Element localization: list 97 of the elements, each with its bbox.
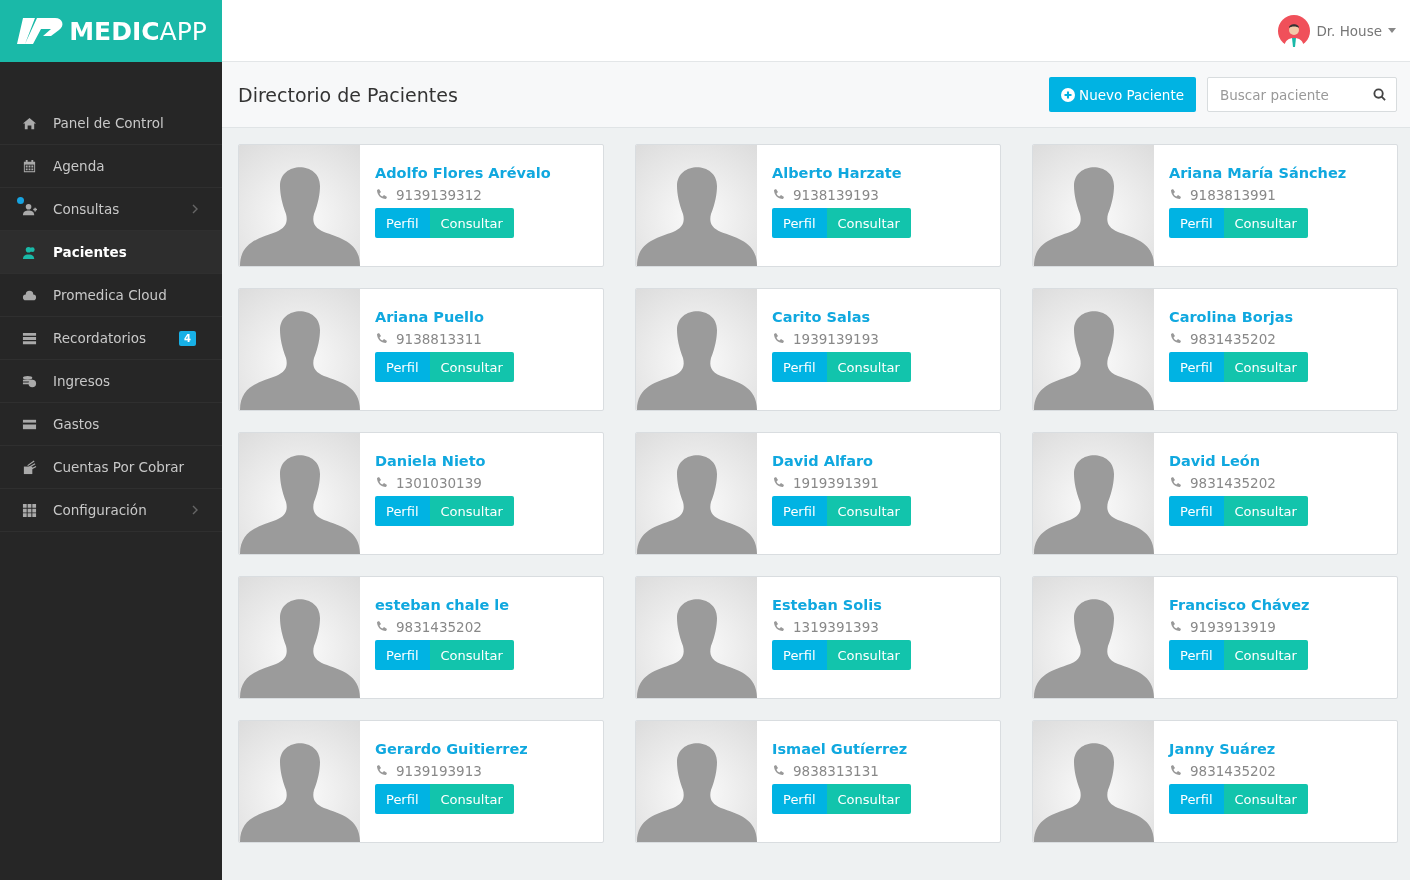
consult-button[interactable]: Consultar (429, 784, 514, 814)
consult-button[interactable]: Consultar (826, 784, 911, 814)
coins-icon (22, 373, 37, 389)
sidebar-item[interactable]: Recordatorios 4 (0, 317, 222, 360)
phone-number: 9831435202 (396, 619, 482, 635)
receipt-icon (22, 459, 37, 475)
phone-number: 1319391393 (793, 619, 879, 635)
consult-button[interactable]: Consultar (429, 496, 514, 526)
profile-button[interactable]: Perfil (375, 784, 430, 814)
phone-icon (375, 765, 387, 777)
users-icon (22, 244, 37, 260)
phone-icon (375, 477, 387, 489)
phone-number: 1939139193 (793, 331, 879, 347)
user-plus-icon (22, 201, 37, 217)
patient-name-link[interactable]: David León (1169, 453, 1308, 469)
patient-name-link[interactable]: Daniela Nieto (375, 453, 514, 469)
patient-name-link[interactable]: Ismael Gutíerrez (772, 741, 911, 757)
consult-button[interactable]: Consultar (429, 640, 514, 670)
phone-number: 9193913919 (1190, 619, 1276, 635)
search-field[interactable]: Buscar paciente (1207, 77, 1397, 112)
consult-button[interactable]: Consultar (1223, 208, 1308, 238)
consult-button[interactable]: Consultar (1223, 352, 1308, 382)
new-patient-button[interactable]: Nuevo Paciente (1049, 77, 1196, 112)
phone-icon (772, 477, 784, 489)
patient-name-link[interactable]: Adolfo Flores Arévalo (375, 165, 551, 181)
phone-number: 1919391391 (793, 475, 879, 491)
phone-icon (1169, 621, 1181, 633)
consult-button[interactable]: Consultar (1223, 784, 1308, 814)
consult-button[interactable]: Consultar (826, 352, 911, 382)
profile-button[interactable]: Perfil (375, 496, 430, 526)
profile-button[interactable]: Perfil (375, 352, 430, 382)
consult-button[interactable]: Consultar (1223, 640, 1308, 670)
consult-button[interactable]: Consultar (1223, 496, 1308, 526)
phone-icon (1169, 765, 1181, 777)
profile-button[interactable]: Perfil (772, 208, 827, 238)
phone-number: 9138139193 (793, 187, 879, 203)
list-icon (22, 330, 37, 346)
patient-name-link[interactable]: esteban chale le (375, 597, 514, 613)
phone-icon (375, 189, 387, 201)
user-menu[interactable]: Dr. House (1278, 14, 1396, 47)
profile-button[interactable]: Perfil (1169, 784, 1224, 814)
phone-icon (1169, 189, 1181, 201)
patient-name-link[interactable]: Gerardo Guitierrez (375, 741, 528, 757)
patient-name-link[interactable]: Esteban Solis (772, 597, 911, 613)
phone-number: 9831435202 (1190, 331, 1276, 347)
consult-button[interactable]: Consultar (429, 208, 514, 238)
count-badge: 4 (179, 330, 196, 346)
profile-button[interactable]: Perfil (1169, 352, 1224, 382)
phone-number: 1301030139 (396, 475, 482, 491)
house-icon (22, 115, 37, 131)
phone-icon (375, 333, 387, 345)
consult-button[interactable]: Consultar (826, 640, 911, 670)
user-name: Dr. House (1316, 22, 1382, 39)
phone-icon (1169, 333, 1181, 345)
patient-name-link[interactable]: David Alfaro (772, 453, 911, 469)
logo-text: MEDICAPP (69, 16, 207, 46)
phone-icon (772, 333, 784, 345)
patient-name-link[interactable]: Carito Salas (772, 309, 911, 325)
phone-icon (772, 189, 784, 201)
profile-button[interactable]: Perfil (1169, 208, 1224, 238)
patient-name-link[interactable]: Alberto Harzate (772, 165, 911, 181)
patient-name-link[interactable]: Carolina Borjas (1169, 309, 1308, 325)
caret-icon (1388, 28, 1396, 33)
phone-icon (375, 621, 387, 633)
profile-button[interactable]: Perfil (375, 208, 430, 238)
profile-button[interactable]: Perfil (772, 640, 827, 670)
phone-icon (772, 621, 784, 633)
consult-button[interactable]: Consultar (429, 352, 514, 382)
patient-name-link[interactable]: Ariana Puello (375, 309, 514, 325)
phone-number: 9138813311 (396, 331, 482, 347)
profile-button[interactable]: Perfil (375, 640, 430, 670)
phone-number: 9183813991 (1190, 187, 1276, 203)
phone-number: 9838313131 (793, 763, 879, 779)
consult-button[interactable]: Consultar (826, 496, 911, 526)
doctor-avatar-icon (1278, 14, 1311, 47)
logo[interactable]: MEDICAPP (0, 0, 222, 62)
sidebar-item[interactable]: Pacientes (0, 231, 222, 274)
plus-circle-icon (1061, 87, 1076, 102)
search-icon (1373, 88, 1386, 101)
profile-button[interactable]: Perfil (1169, 496, 1224, 526)
phone-icon (1169, 477, 1181, 489)
patient-name-link[interactable]: Janny Suárez (1169, 741, 1308, 757)
page-title: Directorio de Pacientes (238, 83, 459, 106)
patient-name-link[interactable]: Ariana María Sánchez (1169, 165, 1347, 181)
profile-button[interactable]: Perfil (772, 784, 827, 814)
profile-button[interactable]: Perfil (1169, 640, 1224, 670)
phone-number: 9139193913 (396, 763, 482, 779)
calendar-icon (22, 158, 37, 174)
phone-icon (772, 765, 784, 777)
patient-name-link[interactable]: Francisco Chávez (1169, 597, 1310, 613)
phone-number: 9831435202 (1190, 475, 1276, 491)
phone-number: 9831435202 (1190, 763, 1276, 779)
consult-button[interactable]: Consultar (826, 208, 911, 238)
grid-icon (22, 502, 37, 518)
profile-button[interactable]: Perfil (772, 496, 827, 526)
phone-number: 9139139312 (396, 187, 482, 203)
profile-button[interactable]: Perfil (772, 352, 827, 382)
